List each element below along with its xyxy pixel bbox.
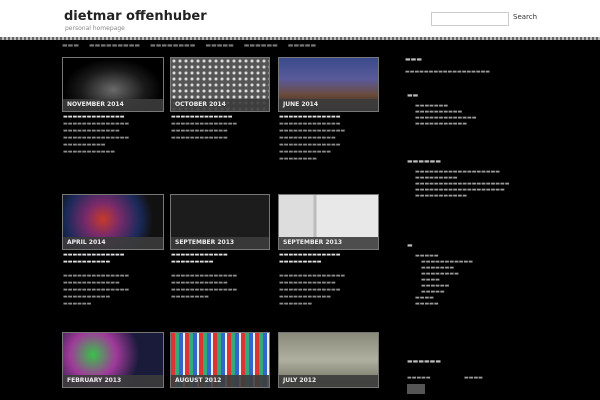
sidebar-heading: ▬▬▬▬▬▬ xyxy=(407,358,442,365)
nav-item[interactable]: ▬▬▬▬▬▬ xyxy=(244,40,278,51)
sidebar-section: ▬ ▬▬▬▬▬ ▬▬▬▬▬▬▬▬▬▬▬ ▬▬▬▬▬▬▬ ▬▬▬▬▬▬▬▬ ▬▬▬… xyxy=(407,242,473,307)
post-excerpt: ▬▬▬▬▬▬▬▬▬▬▬▬▬▬▬▬▬▬▬▬▬▬▬▬▬▬▬▬▬▬▬▬▬▬▬▬▬▬▬▬… xyxy=(279,252,346,307)
post-thumbnail[interactable]: NOVEMBER 2014 xyxy=(62,57,164,112)
sidebar-section: ▬▬▬▬▬▬ ▬▬▬▬▬▬▬▬▬▬▬▬▬▬▬▬▬▬ ▬▬▬▬▬▬▬▬▬ ▬▬▬▬… xyxy=(407,158,509,199)
post-date: APRIL 2014 xyxy=(63,237,163,249)
nav-item[interactable]: ▬▬▬▬▬▬▬▬ xyxy=(150,40,195,51)
post-date: JUNE 2014 xyxy=(279,99,378,111)
nav-item[interactable]: ▬▬▬ xyxy=(62,40,79,51)
site-title[interactable]: dietmar offenhuber xyxy=(64,9,207,24)
post-thumbnail[interactable]: JULY 2012 xyxy=(278,332,379,388)
sidebar-link[interactable]: ▬▬▬▬▬ ▬▬▬▬ xyxy=(407,375,483,381)
post-excerpt: ▬▬▬▬▬▬▬▬▬▬▬▬▬▬▬▬▬▬▬▬▬▬▬▬▬▬▬▬▬▬▬▬▬▬▬▬▬▬▬▬… xyxy=(171,252,238,300)
post-thumbnail[interactable]: AUGUST 2012 xyxy=(170,332,270,388)
post-thumbnail[interactable]: FEBRUARY 2013 xyxy=(62,332,164,388)
post-date: SEPTEMBER 2013 xyxy=(171,237,269,249)
site-tagline: personal homepage xyxy=(65,25,125,32)
post-thumbnail[interactable]: JUNE 2014 xyxy=(278,57,379,112)
post-date: NOVEMBER 2014 xyxy=(63,99,163,111)
search-input[interactable] xyxy=(431,12,509,26)
sidebar-section: ▬▬▬ ▬▬▬▬▬▬▬▬▬▬▬▬▬▬▬▬▬▬ xyxy=(405,56,490,75)
nav-item[interactable]: ▬▬▬▬▬ xyxy=(205,40,233,51)
post-thumbnail[interactable]: APRIL 2014 xyxy=(62,194,164,250)
sidebar-link[interactable]: ▬▬▬▬▬▬▬▬▬▬▬▬▬▬▬▬▬▬ xyxy=(405,69,490,75)
avatar xyxy=(407,384,425,394)
sidebar-link[interactable]: ▬▬▬▬▬▬▬▬▬▬▬ xyxy=(415,121,476,127)
nav-item[interactable]: ▬▬▬▬▬ xyxy=(288,40,316,51)
post-thumbnail[interactable]: OCTOBER 2014 xyxy=(170,57,270,112)
post-date: FEBRUARY 2013 xyxy=(63,375,163,387)
sidebar-heading: ▬▬▬ xyxy=(405,56,423,63)
post-thumbnail[interactable]: SEPTEMBER 2013 xyxy=(170,194,270,250)
post-excerpt: ▬▬▬▬▬▬▬▬▬▬▬▬▬▬▬▬▬▬▬▬▬▬▬▬▬▬▬▬▬▬▬▬▬▬▬▬▬▬▬▬… xyxy=(279,114,346,162)
post-date: SEPTEMBER 2013 xyxy=(279,237,378,249)
post-excerpt: ▬▬▬▬▬▬▬▬▬▬▬▬▬▬▬▬▬▬▬▬▬▬▬▬▬▬▬▬▬▬▬▬▬▬▬▬▬▬▬▬… xyxy=(63,252,130,307)
sidebar-section: ▬▬▬▬▬▬ ▬▬▬▬▬ ▬▬▬▬ xyxy=(407,358,483,394)
post-date: OCTOBER 2014 xyxy=(171,99,269,111)
post-excerpt: ▬▬▬▬▬▬▬▬▬▬▬▬▬▬▬▬▬▬▬▬▬▬▬▬▬▬▬▬▬▬▬▬▬▬▬▬▬▬▬▬… xyxy=(63,114,130,155)
sidebar-heading: ▬▬ xyxy=(407,92,419,99)
site-header: dietmar offenhuber personal homepage Sea… xyxy=(0,0,600,38)
post-thumbnail[interactable]: SEPTEMBER 2013 xyxy=(278,194,379,250)
sidebar-heading: ▬▬▬▬▬▬ xyxy=(407,158,442,165)
post-date: JULY 2012 xyxy=(279,375,378,387)
nav-item[interactable]: ▬▬▬▬▬▬▬▬▬ xyxy=(89,40,140,51)
sidebar-link[interactable]: ▬▬▬▬▬ xyxy=(415,301,473,307)
sidebar-section: ▬▬ ▬▬▬▬▬▬▬ ▬▬▬▬▬▬▬▬▬▬ ▬▬▬▬▬▬▬▬▬▬▬▬▬ ▬▬▬▬… xyxy=(407,92,476,127)
main-nav: ▬▬▬ ▬▬▬▬▬▬▬▬▬ ▬▬▬▬▬▬▬▬ ▬▬▬▬▬ ▬▬▬▬▬▬ ▬▬▬▬… xyxy=(62,40,316,51)
search-button[interactable]: Search xyxy=(513,13,537,21)
post-date: AUGUST 2012 xyxy=(171,375,269,387)
sidebar-link[interactable]: ▬▬▬▬▬▬▬▬▬▬▬ xyxy=(415,193,509,199)
sidebar-heading: ▬ xyxy=(407,242,413,249)
post-excerpt: ▬▬▬▬▬▬▬▬▬▬▬▬▬▬▬▬▬▬▬▬▬▬▬▬▬▬▬▬▬▬▬▬▬▬▬▬▬▬▬▬… xyxy=(171,114,238,141)
